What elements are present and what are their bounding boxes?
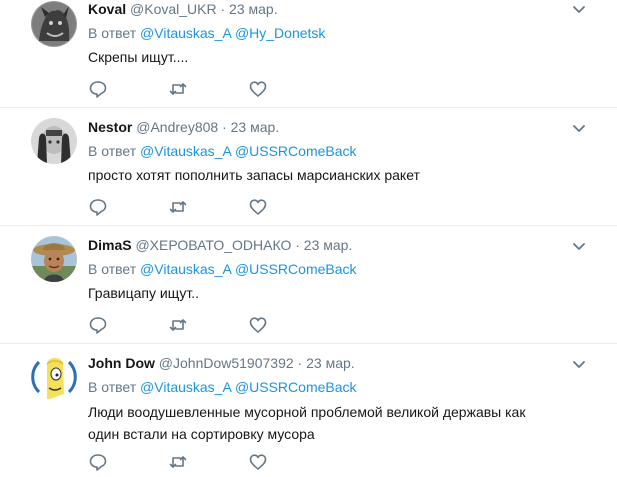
tweet[interactable]: Nestor @Andrey808 · 23 мар. В ответ @Vit… [0,108,617,226]
reply-context: В ответ @Vitauskas_A @Hy_Donetsk [88,24,325,42]
display-name[interactable]: DimaS [88,237,132,253]
like-icon[interactable] [248,452,268,472]
hands-face-avatar-icon [31,118,77,164]
tweet-header: Nestor @Andrey808 · 23 мар. [88,118,279,136]
tweet-header: Koval @Koval_UKR · 23 мар. [88,0,278,18]
retweet-icon[interactable] [168,197,188,217]
retweet-icon[interactable] [168,452,188,472]
reply-prefix: В ответ [88,25,137,41]
hat-man-avatar-icon [31,236,77,282]
tweet-header: DimaS @ХЕРОВАТО_ОDНАКО · 23 мар. [88,236,352,254]
display-name[interactable]: John Dow [88,355,155,371]
mention-link[interactable]: @USSRComeBack [235,143,357,159]
tweet[interactable]: DimaS @ХЕРОВАТО_ОDНАКО · 23 мар. В ответ… [0,226,617,344]
tweet-text: Люди воодушевленные мусорной проблемой в… [88,404,526,442]
reply-context: В ответ @Vitauskas_A @USSRComeBack [88,378,357,396]
avatar[interactable] [31,236,77,282]
tweet-feed: Koval @Koval_UKR · 23 мар. В ответ @Vita… [0,0,617,477]
reply-prefix: В ответ [88,261,137,277]
reply-icon[interactable] [88,79,108,99]
retweet-icon[interactable] [168,79,188,99]
mention-link[interactable]: @Hy_Donetsk [235,25,325,41]
reply-icon[interactable] [88,452,108,472]
mention-link[interactable]: @USSRComeBack [235,261,357,277]
avatar[interactable] [31,354,77,400]
mention-link[interactable]: @Vitauskas_A [140,25,231,41]
chevron-down-icon[interactable] [571,357,587,373]
mention-link[interactable]: @Vitauskas_A [140,379,231,395]
user-handle[interactable]: @Koval_UKR [130,1,217,17]
chevron-down-icon[interactable] [571,121,587,137]
gargoyle-avatar-icon [31,1,77,47]
like-icon[interactable] [248,79,268,99]
separator-dot: · [297,355,303,371]
reply-icon[interactable] [88,315,108,335]
tweet-header: John Dow @JohnDow51907392 · 23 мар. [88,354,355,372]
cartoon-blond-avatar-icon [31,354,77,400]
tweet[interactable]: John Dow @JohnDow51907392 · 23 мар. В от… [0,344,617,477]
reply-icon[interactable] [88,197,108,217]
mention-link[interactable]: @USSRComeBack [235,379,357,395]
tweet-text: Скрепы ищут.... [88,49,189,65]
chevron-down-icon[interactable] [571,239,587,255]
retweet-icon[interactable] [168,315,188,335]
tweet[interactable]: Koval @Koval_UKR · 23 мар. В ответ @Vita… [0,0,617,108]
tweet-date[interactable]: 23 мар. [231,119,280,135]
display-name[interactable]: Koval [88,1,126,17]
like-icon[interactable] [248,315,268,335]
separator-dot: · [222,119,227,135]
like-icon[interactable] [248,197,268,217]
reply-context: В ответ @Vitauskas_A @USSRComeBack [88,260,357,278]
separator-dot: · [295,237,300,253]
separator-dot: · [220,1,226,17]
mention-link[interactable]: @Vitauskas_A [140,143,231,159]
user-handle[interactable]: @Andrey808 [136,119,218,135]
reply-prefix: В ответ [88,143,137,159]
reply-prefix: В ответ [88,379,137,395]
mention-link[interactable]: @Vitauskas_A [140,261,231,277]
tweet-text: Гравицапу ищут.. [88,285,200,301]
display-name[interactable]: Nestor [88,119,132,135]
avatar[interactable] [31,1,77,47]
tweet-date[interactable]: 23 мар. [229,1,278,17]
chevron-down-icon[interactable] [571,2,587,18]
reply-context: В ответ @Vitauskas_A @USSRComeBack [88,142,357,160]
tweet-date[interactable]: 23 мар. [306,355,355,371]
tweet-text: просто хотят пополнить запасы марсиански… [88,167,420,183]
avatar[interactable] [31,118,77,164]
user-handle[interactable]: @JohnDow51907392 [159,355,294,371]
user-handle[interactable]: @ХЕРОВАТО_ОDНАКО [135,237,291,253]
tweet-date[interactable]: 23 мар. [304,237,353,253]
